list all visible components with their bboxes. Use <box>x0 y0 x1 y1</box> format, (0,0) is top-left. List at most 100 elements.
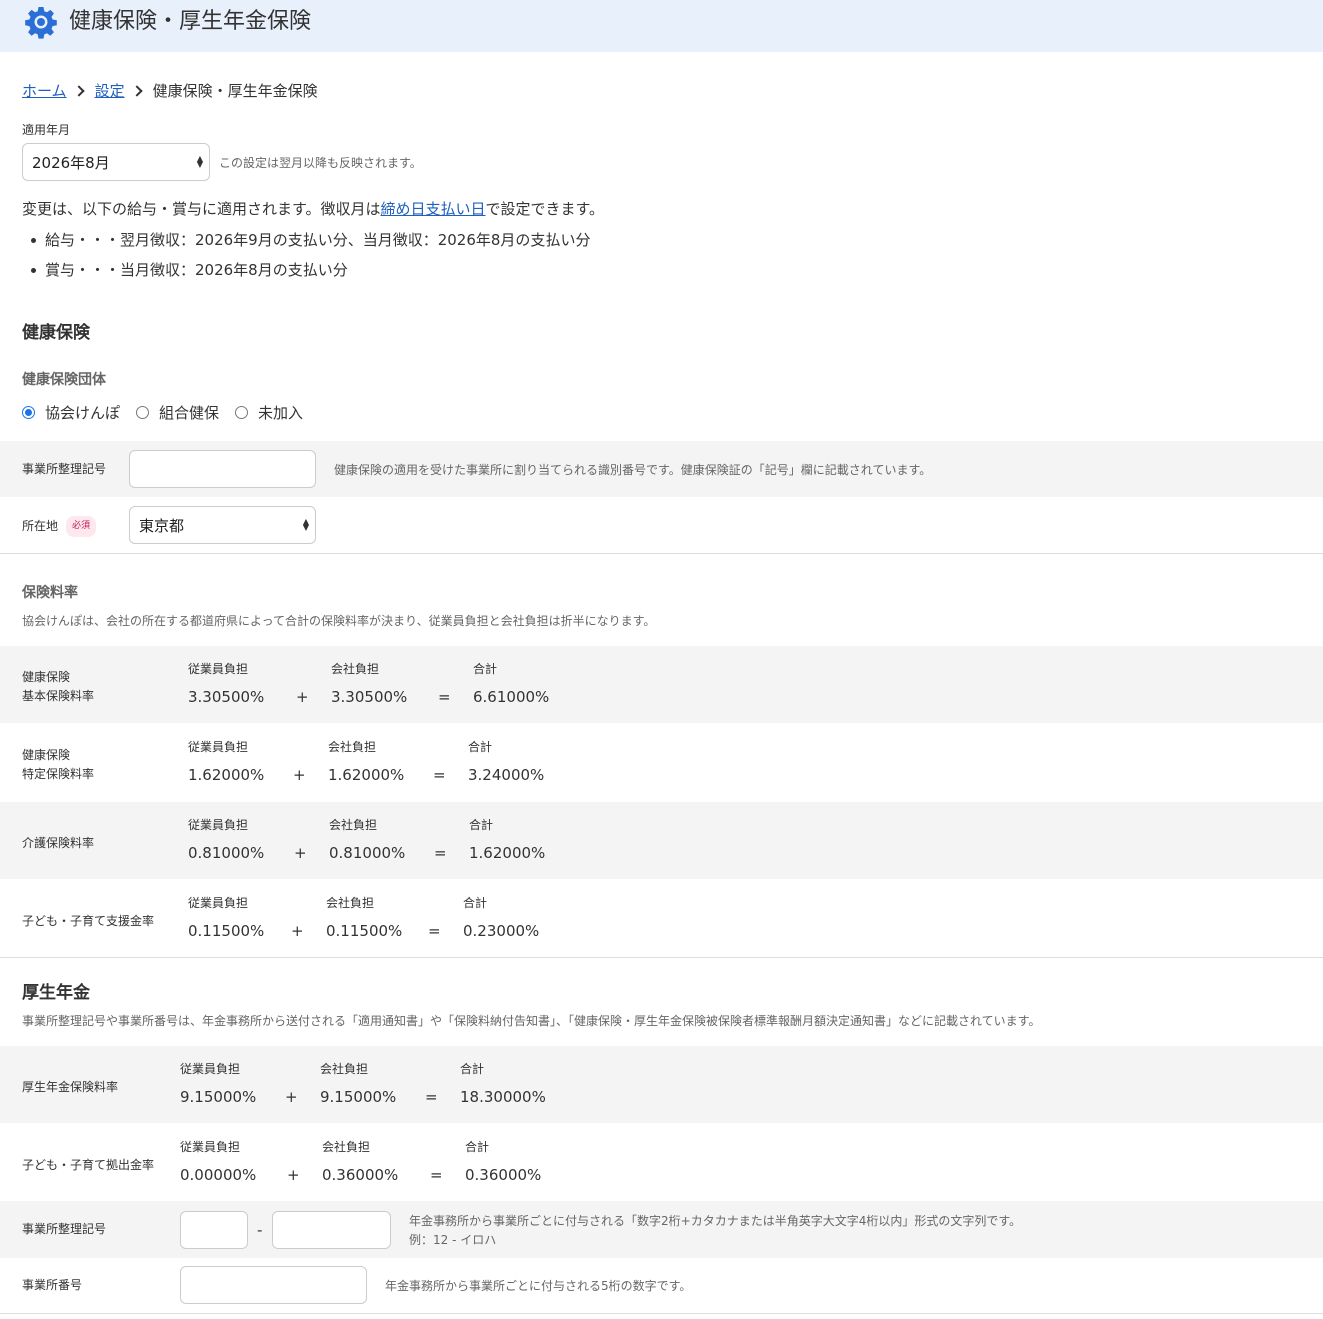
employee-rate-value: 3.30500% <box>188 688 265 706</box>
total-caption: 合計 <box>460 1062 485 1076</box>
radio-label: 協会けんぽ <box>45 404 121 422</box>
page-title: 健康保険・厚生年金保険 <box>69 9 312 34</box>
rate-row-label: 健康保険 特定保険料率 <box>22 746 94 784</box>
chevron-right-icon <box>72 85 85 97</box>
rate-row-band <box>0 802 1323 879</box>
radio-label: 未加入 <box>258 404 304 422</box>
pension-office-code-hint: 年金事務所から事業所ごとに付与される「数字2桁+カタカナまたは半角英字大文字4桁… <box>409 1214 1022 1228</box>
total-rate-value: 1.62000% <box>469 844 546 862</box>
breadcrumb-settings-link[interactable]: 設定 <box>95 80 125 102</box>
pension-heading: 厚生年金 <box>22 983 90 1003</box>
radio-button[interactable] <box>136 406 150 419</box>
equals-sign: = <box>434 844 447 862</box>
health-insurance-heading: 健康保険 <box>22 323 90 343</box>
location-select[interactable]: 東京都 ▲ ▼ <box>129 506 316 544</box>
apply-month-hint: この設定は翌月以降も反映されます。 <box>219 156 422 170</box>
rate-row-label: 健康保険基本保険料率 <box>22 668 94 706</box>
company-caption: 会社負担 <box>328 740 377 754</box>
company-rate-value: 1.62000% <box>328 766 405 784</box>
insurance-org-radio-group: 協会けんぽ 組合健保 未加入 <box>22 402 319 423</box>
breadcrumb-home-link[interactable]: ホーム <box>22 80 67 102</box>
total-caption: 合計 <box>469 818 494 832</box>
office-code-label: 事業所整理記号 <box>22 462 107 476</box>
gear-icon <box>25 7 57 39</box>
company-caption: 会社負担 <box>320 1062 369 1076</box>
employee-rate-value: 0.81000% <box>188 844 265 862</box>
radio-kyokai-kenpo[interactable]: 協会けんぽ <box>22 402 120 423</box>
radio-kumiai-kenpo[interactable]: 組合健保 <box>136 402 219 423</box>
notice-item-bonus: 賞与・・・当月徴収：2026年8月の支払い分 <box>31 261 348 279</box>
employee-caption: 従業員負担 <box>188 740 249 754</box>
office-number-input[interactable] <box>180 1266 367 1304</box>
divider <box>0 957 1323 958</box>
pension-office-code-label: 事業所整理記号 <box>22 1222 107 1236</box>
plus-sign: + <box>291 922 304 940</box>
rate-row-label-line2: 基本保険料率 <box>22 689 95 703</box>
location-value: 東京都 <box>139 516 185 535</box>
rate-note: 協会けんぽは、会社の所在する都道府県によって合計の保険料率が決まり、従業員負担と… <box>22 614 656 628</box>
radio-button[interactable] <box>235 406 249 419</box>
health-office-code-hint: 健康保険の適用を受けた事業所に割り当てられる識別番号です。健康保険証の「記号」欄… <box>334 463 932 477</box>
total-rate-value: 0.36000% <box>465 1166 542 1184</box>
employee-caption: 従業員負担 <box>180 1062 241 1076</box>
total-caption: 合計 <box>463 896 488 910</box>
office-number-hint: 年金事務所から事業所ごとに付与される5桁の数字です。 <box>385 1279 692 1293</box>
chevron-right-icon <box>130 85 143 97</box>
radio-not-enrolled[interactable]: 未加入 <box>235 402 303 423</box>
employee-caption: 従業員負担 <box>188 662 249 676</box>
rate-row-label: 子ども・子育て支援金率 <box>22 914 155 928</box>
rate-row-label: 厚生年金保険料率 <box>22 1080 119 1094</box>
radio-label: 組合健保 <box>159 404 220 422</box>
insurance-org-heading: 健康保険団体 <box>22 372 106 388</box>
total-rate-value: 0.23000% <box>463 922 540 940</box>
equals-sign: = <box>425 1088 438 1106</box>
rate-row-label: 介護保険料率 <box>22 836 95 850</box>
pension-office-code-part1-input[interactable] <box>180 1211 248 1249</box>
apply-month-select[interactable]: 2026年8月 ▲ ▼ <box>22 143 210 181</box>
company-rate-value: 0.36000% <box>322 1166 399 1184</box>
rate-row-label-line1: 健康保険 <box>22 748 71 762</box>
total-caption: 合計 <box>468 740 493 754</box>
employee-rate-value: 1.62000% <box>188 766 265 784</box>
rate-row-label: 子ども・子育て拠出金率 <box>22 1158 155 1172</box>
notice-text-before: 変更は、以下の給与・賞与に適用されます。徴収月は <box>22 200 381 218</box>
breadcrumb: ホーム 設定 健康保険・厚生年金保険 <box>22 80 318 102</box>
closing-payday-link[interactable]: 締め日支払い日 <box>381 200 486 218</box>
company-caption: 会社負担 <box>331 662 380 676</box>
total-rate-value: 6.61000% <box>473 688 550 706</box>
plus-sign: + <box>294 844 307 862</box>
location-label: 所在地 必須 <box>22 516 97 537</box>
company-rate-value: 9.15000% <box>320 1088 397 1106</box>
notice-text: 変更は、以下の給与・賞与に適用されます。徴収月は締め日支払い日で設定できます。 <box>22 198 604 220</box>
company-caption: 会社負担 <box>322 1140 371 1154</box>
equals-sign: = <box>428 922 441 940</box>
pension-office-code-example: 例：12 - イロハ <box>409 1233 497 1247</box>
radio-button-checked[interactable] <box>22 406 35 419</box>
breadcrumb-current: 健康保険・厚生年金保険 <box>152 82 318 100</box>
company-rate-value: 0.11500% <box>326 922 403 940</box>
rate-row-band <box>0 1046 1323 1123</box>
total-caption: 合計 <box>465 1140 490 1154</box>
plus-sign: + <box>285 1088 298 1106</box>
total-rate-value: 18.30000% <box>460 1088 546 1106</box>
divider <box>0 553 1323 554</box>
equals-sign: = <box>430 1166 443 1184</box>
notice-item-salary: 給与・・・翌月徴収：2026年9月の支払い分、当月徴収：2026年8月の支払い分 <box>30 231 591 249</box>
plus-sign: + <box>296 688 309 706</box>
select-arrows-icon: ▲ ▼ <box>302 517 309 532</box>
pension-office-code-part2-input[interactable] <box>272 1211 391 1249</box>
total-caption: 合計 <box>473 662 498 676</box>
employee-caption: 従業員負担 <box>188 896 249 910</box>
plus-sign: + <box>287 1166 300 1184</box>
office-number-label: 事業所番号 <box>22 1278 83 1292</box>
office-code-dash: - <box>257 1221 263 1239</box>
rate-row-label-line1: 健康保険 <box>22 670 71 684</box>
employee-rate-value: 9.15000% <box>180 1088 257 1106</box>
page-header: 健康保険・厚生年金保険 <box>0 0 1323 52</box>
employee-caption: 従業員負担 <box>188 818 249 832</box>
health-office-code-input[interactable] <box>129 450 316 488</box>
employee-caption: 従業員負担 <box>180 1140 241 1154</box>
divider <box>0 1313 1323 1314</box>
required-badge: 必須 <box>66 516 97 537</box>
apply-month-label: 適用年月 <box>22 123 71 137</box>
